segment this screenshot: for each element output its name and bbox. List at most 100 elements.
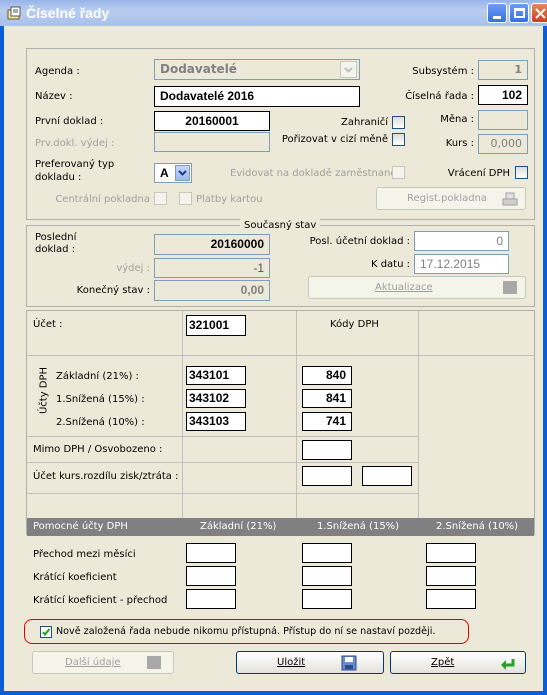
- vat-code-input[interactable]: 741: [302, 412, 352, 431]
- vydej-label: výdej :: [116, 263, 150, 274]
- row-label: Základní (21%) :: [56, 371, 139, 382]
- save-icon: [341, 655, 357, 671]
- regist-pokladna-label: Regist.pokladna: [407, 193, 488, 204]
- evidovat-label: Evidovat na dokladě zaměstnance: [230, 168, 402, 179]
- current-state-title: Současný stav: [240, 219, 321, 232]
- zpet-button[interactable]: Zpět: [390, 651, 526, 674]
- aux-input[interactable]: [302, 566, 352, 586]
- porizovat-label: Pořizovat v cizí měně: [281, 134, 388, 145]
- aux-input[interactable]: [302, 589, 352, 609]
- aux-input[interactable]: [426, 566, 476, 586]
- refresh-icon: [503, 281, 517, 294]
- close-button[interactable]: [531, 3, 547, 23]
- cash-register-icon: [502, 192, 518, 206]
- zahranici-checkbox[interactable]: [392, 116, 405, 129]
- ciselna-rada-field[interactable]: 102: [478, 85, 528, 105]
- grid-line: [182, 311, 183, 535]
- mimo-dph-input[interactable]: [302, 440, 352, 460]
- prv-dokl-vydej-field: [154, 132, 270, 152]
- grid-line: [418, 311, 419, 535]
- aux-input[interactable]: [426, 543, 476, 563]
- mena-field[interactable]: [478, 110, 528, 130]
- aktualizace-label: Aktualizace: [375, 282, 433, 293]
- pref-typ-value: A: [160, 166, 169, 180]
- notice-checkbox[interactable]: [40, 626, 52, 638]
- ucty-dph-label: Účty DPH: [38, 366, 50, 415]
- porizovat-checkbox[interactable]: [392, 133, 405, 146]
- prvni-doklad-input[interactable]: 20160001: [154, 111, 270, 131]
- konecny-stav-field: 0,00: [154, 280, 270, 301]
- grid-line: [27, 462, 419, 463]
- account-input[interactable]: 343102: [186, 389, 246, 408]
- zpet-label: Zpět: [431, 657, 455, 668]
- centralni-pokladna-label: Centrální pokladna: [55, 194, 150, 205]
- aux-header-col: Základní (21%): [200, 521, 277, 532]
- konecny-stav-label: Konečný stav :: [76, 285, 150, 296]
- grid-line: [27, 355, 535, 356]
- kurs-field[interactable]: 0,000: [478, 134, 528, 154]
- chevron-down-icon: [344, 67, 353, 73]
- vat-code-input[interactable]: 841: [302, 389, 352, 408]
- details-icon: [147, 656, 161, 669]
- ulozit-label: Uložit: [277, 657, 306, 668]
- row-label: 2.Snížená (10%) :: [56, 417, 145, 428]
- kurs-label: Kurs :: [445, 138, 474, 149]
- account-input[interactable]: 343101: [186, 366, 246, 385]
- kurs-rozdil-label: Účet kurs.rozdílu zisk/ztráta :: [33, 471, 179, 482]
- vat-code-input[interactable]: 840: [302, 366, 352, 385]
- centralni-pokladna-checkbox[interactable]: [154, 192, 167, 205]
- evidovat-checkbox[interactable]: [392, 166, 405, 179]
- platby-kartou-checkbox[interactable]: [179, 192, 192, 205]
- ulozit-button[interactable]: Uložit: [236, 651, 384, 674]
- regist-pokladna-button[interactable]: Regist.pokladna: [376, 187, 526, 210]
- grid-line: [296, 311, 297, 535]
- aux-input[interactable]: [186, 543, 236, 563]
- aux-header-label: Pomocné účty DPH: [33, 521, 128, 532]
- pref-typ-dropdown-button[interactable]: [175, 165, 190, 181]
- agenda-select[interactable]: Dodavatelé: [154, 59, 360, 80]
- agenda-dropdown-button[interactable]: [340, 61, 357, 78]
- posl-ucetni-field: 0: [414, 231, 509, 251]
- aux-input[interactable]: [186, 566, 236, 586]
- aux-row-label: Přechod mezi měsíci: [33, 549, 136, 560]
- kurs-ztrata-input[interactable]: [362, 466, 412, 486]
- aux-header-col: 1.Snížená (15%): [317, 521, 400, 532]
- kody-dph-label: Kódy DPH: [330, 319, 379, 330]
- aux-input[interactable]: [426, 589, 476, 609]
- minimize-button[interactable]: [487, 3, 507, 23]
- aux-input[interactable]: [186, 589, 236, 609]
- aux-row-label: Krátící koeficient - přechod: [33, 595, 168, 606]
- chevron-down-icon: [178, 170, 187, 176]
- mena-label: Měna :: [440, 114, 474, 125]
- notice-text: Nově založená řada nebude nikomu přístup…: [56, 626, 436, 637]
- ciselna-rada-label: Číselná řada :: [405, 91, 474, 102]
- vraceni-dph-checkbox[interactable]: [515, 166, 528, 179]
- prvni-doklad-label: První doklad :: [35, 116, 104, 127]
- mimo-dph-label: Mimo DPH / Osvobozeno :: [33, 444, 163, 455]
- platby-kartou-label: Platby kartou: [196, 194, 263, 205]
- maximize-button[interactable]: [509, 3, 529, 23]
- dalsi-udaje-button[interactable]: Další údaje: [32, 651, 174, 674]
- app-icon: [6, 5, 22, 21]
- ucet-input[interactable]: 321001: [186, 315, 246, 336]
- vydej-field: -1: [154, 258, 270, 278]
- aux-input[interactable]: [302, 543, 352, 563]
- subsystem-label: Subsystém :: [412, 66, 474, 77]
- prv-dokl-vydej-label: Prv.dokl. výdej :: [35, 138, 115, 149]
- close-icon: [535, 8, 546, 19]
- posl-ucetni-label: Posl. účetní doklad :: [309, 236, 410, 247]
- checkmark-icon: [42, 628, 51, 637]
- window-title: Číselné řady: [26, 5, 110, 21]
- aux-row-label: Krátící koeficient: [33, 572, 117, 583]
- kurs-zisk-input[interactable]: [302, 466, 352, 486]
- grid-line: [27, 436, 419, 437]
- nazev-input[interactable]: Dodavatelé 2016: [154, 86, 360, 107]
- k-datu-label: K datu :: [370, 259, 410, 270]
- pref-typ-label: Preferovaný typ dokladu :: [35, 159, 115, 183]
- zahranici-label: Zahraničí: [341, 117, 388, 128]
- subsystem-field: 1: [478, 60, 528, 80]
- aktualizace-button[interactable]: Aktualizace: [308, 276, 526, 299]
- account-input[interactable]: 343103: [186, 412, 246, 431]
- posledni-doklad-field: 20160000: [154, 234, 270, 255]
- maximize-icon: [514, 8, 525, 18]
